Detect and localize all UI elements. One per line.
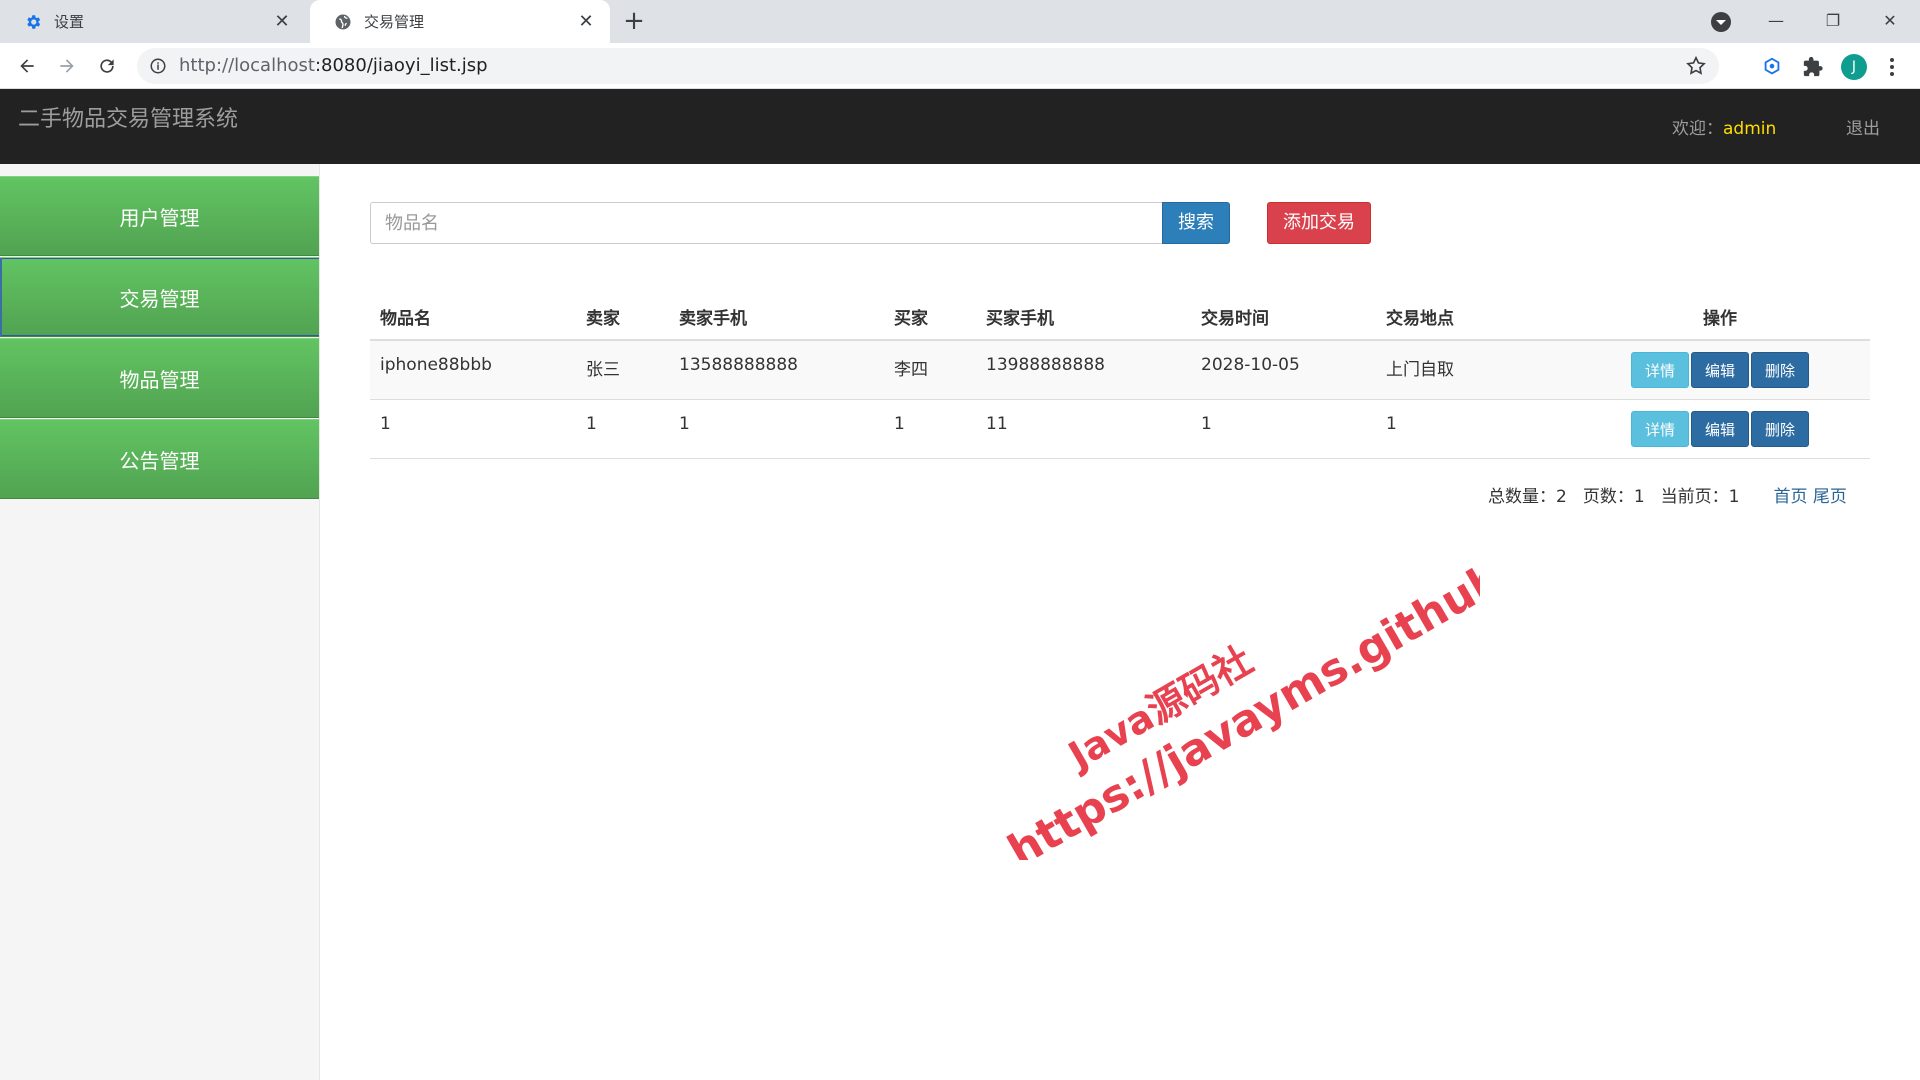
col-header-time: 交易时间: [1191, 294, 1376, 341]
reload-icon[interactable]: [92, 51, 122, 81]
total-count: 总数量：2: [1488, 487, 1567, 507]
window-close-icon[interactable]: ✕: [1862, 0, 1918, 40]
cell-location: 上门自取: [1376, 340, 1570, 400]
table-header-row: 物品名 卖家 卖家手机 买家 买家手机 交易时间 交易地点 操作: [370, 294, 1870, 341]
col-header-item: 物品名: [370, 294, 576, 341]
add-transaction-button[interactable]: 添加交易: [1267, 202, 1371, 244]
edit-button[interactable]: 编辑: [1690, 352, 1749, 388]
cell-location: 1: [1376, 399, 1570, 459]
tab-search-icon[interactable]: [1711, 12, 1731, 32]
search-input[interactable]: [370, 202, 1162, 244]
cell-time: 1: [1191, 399, 1376, 459]
cell-seller-phone: 13588888888: [669, 340, 884, 400]
globe-icon: [334, 13, 352, 31]
new-tab-button[interactable]: +: [620, 8, 648, 35]
tab-label: 设置: [54, 13, 85, 31]
last-page-link[interactable]: 尾页: [1813, 487, 1847, 507]
gear-icon: [24, 13, 42, 31]
sidebar-item-users[interactable]: 用户管理: [0, 176, 319, 256]
sidebar-item-items[interactable]: 物品管理: [0, 338, 319, 418]
extension-icon[interactable]: [1759, 54, 1785, 80]
welcome-label: 欢迎：: [1672, 119, 1723, 139]
info-icon[interactable]: [149, 57, 167, 75]
search-button[interactable]: 搜索: [1162, 202, 1230, 244]
col-header-seller-phone: 卖家手机: [669, 294, 884, 341]
cell-time: 2028-10-05: [1191, 340, 1376, 400]
transactions-table: 物品名 卖家 卖家手机 买家 买家手机 交易时间 交易地点 操作 iphone8…: [370, 294, 1870, 459]
address-bar[interactable]: http://localhost:8080/jiaoyi_list.jsp: [137, 48, 1719, 84]
main-content: 搜索 添加交易 物品名 卖家 卖家手机 买家 买家手机 交易时间 交易地点 操作…: [320, 164, 1920, 1080]
cell-seller-phone: 1: [669, 399, 884, 459]
cell-item: iphone88bbb: [370, 340, 576, 400]
current-page: 当前页：1: [1660, 487, 1740, 507]
detail-button[interactable]: 详情: [1630, 410, 1689, 447]
more-vertical-icon[interactable]: [1882, 55, 1902, 79]
profile-avatar[interactable]: J: [1841, 54, 1867, 80]
table-row: 1 1 1 1 11 1 1 详情 编辑 删除: [370, 399, 1870, 459]
logout-link[interactable]: 退出: [1846, 114, 1880, 139]
close-icon[interactable]: ✕: [272, 11, 292, 32]
col-header-seller: 卖家: [576, 294, 669, 341]
first-page-link[interactable]: 首页: [1773, 487, 1807, 507]
back-arrow-icon[interactable]: [12, 51, 42, 81]
welcome-text: 欢迎：admin: [1672, 114, 1776, 139]
table-row: iphone88bbb 张三 13588888888 李四 1398888888…: [370, 340, 1870, 400]
cell-seller: 1: [576, 399, 669, 459]
cell-item: 1: [370, 399, 576, 459]
cell-buyer-phone: 13988888888: [976, 340, 1191, 400]
tab-settings[interactable]: 设置 ✕: [0, 0, 306, 43]
cell-actions: 详情 编辑 删除: [1570, 399, 1870, 459]
bookmark-star-icon[interactable]: [1685, 55, 1707, 77]
cell-buyer: 1: [884, 399, 976, 459]
col-header-buyer-phone: 买家手机: [976, 294, 1191, 341]
detail-button[interactable]: 详情: [1630, 352, 1689, 388]
puzzle-extensions-icon[interactable]: [1800, 54, 1826, 80]
tab-jiaoyi[interactable]: 交易管理 ✕: [310, 0, 610, 43]
page-count: 页数：1: [1582, 487, 1645, 507]
sidebar: 用户管理 交易管理 物品管理 公告管理: [0, 164, 320, 1080]
edit-button[interactable]: 编辑: [1690, 410, 1749, 447]
forward-arrow-icon[interactable]: [52, 51, 82, 81]
cell-buyer: 李四: [884, 340, 976, 400]
username: admin: [1723, 119, 1777, 139]
app-header: 二手物品交易管理系统 欢迎：admin 退出: [0, 89, 1920, 164]
close-icon[interactable]: ✕: [576, 11, 596, 32]
pagination: 总数量：2 页数：1 当前页：1 首页 尾页: [1488, 482, 1847, 507]
browser-toolbar: http://localhost:8080/jiaoyi_list.jsp J: [0, 43, 1920, 89]
tab-label: 交易管理: [364, 13, 425, 31]
restore-icon[interactable]: ❐: [1805, 0, 1861, 40]
browser-tab-strip: 设置 ✕ 交易管理 ✕ + — ❐ ✕: [0, 0, 1920, 43]
col-header-actions: 操作: [1570, 294, 1870, 341]
url-text: http://localhost:8080/jiaoyi_list.jsp: [179, 55, 488, 76]
sidebar-item-transactions[interactable]: 交易管理: [0, 257, 319, 337]
cell-seller: 张三: [576, 340, 669, 400]
cell-actions: 详情 编辑 删除: [1570, 340, 1870, 400]
col-header-location: 交易地点: [1376, 294, 1570, 341]
minimize-icon[interactable]: —: [1748, 0, 1804, 40]
sidebar-item-notices[interactable]: 公告管理: [0, 419, 319, 499]
delete-button[interactable]: 删除: [1751, 410, 1810, 447]
col-header-buyer: 买家: [884, 294, 976, 341]
app-title[interactable]: 二手物品交易管理系统: [18, 89, 238, 151]
delete-button[interactable]: 删除: [1751, 352, 1810, 388]
cell-buyer-phone: 11: [976, 399, 1191, 459]
